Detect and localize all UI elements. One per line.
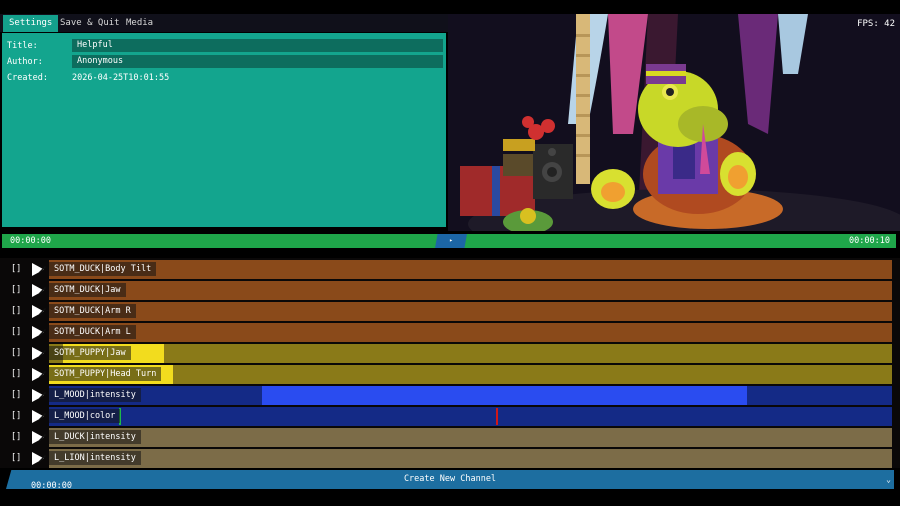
current-time-readout: 00:00:00 <box>31 481 72 491</box>
channel-track[interactable]: SOTM_DUCK|Jaw <box>49 281 892 300</box>
channel-select-toggle[interactable]: [] <box>11 449 21 468</box>
channel-label: L_MOOD|intensity <box>49 388 141 402</box>
play-channel-icon[interactable] <box>31 304 47 319</box>
title-label: Title: <box>7 41 38 51</box>
channel-track[interactable]: L_MOOD|intensity <box>49 386 892 405</box>
channel-row: [] L_MOOD|intensity <box>0 386 900 405</box>
channel-row: [] L_MOOD|color <box>0 407 900 426</box>
channel-row: [] SOTM_PUPPY|Head Turn <box>0 365 900 384</box>
channel-track[interactable]: SOTM_DUCK|Body Tilt <box>49 260 892 279</box>
timeline-scrubber[interactable]: 00:00:00 ▸ 00:00:10 <box>2 234 896 248</box>
save-quit-button[interactable]: Save & Quit <box>54 15 126 32</box>
channel-track[interactable]: L_DUCK|intensity <box>49 428 892 447</box>
play-channel-icon[interactable] <box>31 346 47 361</box>
play-channel-icon[interactable] <box>31 367 47 382</box>
preview-scene-image <box>448 14 900 231</box>
channel-track[interactable]: SOTM_PUPPY|Head Turn <box>49 365 892 384</box>
media-tab[interactable]: Media <box>120 15 159 32</box>
settings-tab[interactable]: Settings <box>3 15 59 32</box>
created-label: Created: <box>7 73 48 83</box>
channel-row: [] L_LION|intensity <box>0 449 900 468</box>
channel-select-toggle[interactable]: [] <box>11 302 21 321</box>
settings-panel: Title: Helpful Author: Anonymous Created… <box>2 33 446 227</box>
channel-row: [] SOTM_DUCK|Arm R <box>0 302 900 321</box>
chevron-down-icon[interactable]: ⌄ <box>886 470 891 489</box>
channel-select-toggle[interactable]: [] <box>11 281 21 300</box>
author-label: Author: <box>7 57 43 67</box>
channel-label: SOTM_PUPPY|Jaw <box>49 346 131 360</box>
channel-row: [] SOTM_DUCK|Arm L <box>0 323 900 342</box>
channel-track[interactable]: SOTM_DUCK|Arm R <box>49 302 892 321</box>
play-channel-icon[interactable] <box>31 409 47 424</box>
channel-label: L_MOOD|color <box>49 409 121 423</box>
color-keyframe-marker[interactable] <box>496 408 498 425</box>
play-channel-icon[interactable] <box>31 283 47 298</box>
play-channel-icon[interactable] <box>31 430 47 445</box>
bottom-bar: Create New Channel ⌄ <box>6 470 894 489</box>
channel-label: SOTM_PUPPY|Head Turn <box>49 367 162 381</box>
channel-label: SOTM_DUCK|Arm L <box>49 325 136 339</box>
channel-row: [] SOTM_PUPPY|Jaw <box>0 344 900 363</box>
channel-select-toggle[interactable]: [] <box>11 365 21 384</box>
author-field[interactable]: Anonymous <box>72 55 443 68</box>
channel-select-toggle[interactable]: [] <box>11 323 21 342</box>
top-menu-bar: Settings Save & Quit Media <box>0 14 448 32</box>
timeline-start-time: 00:00:00 <box>10 236 51 246</box>
channel-label: SOTM_DUCK|Arm R <box>49 304 136 318</box>
play-channel-icon[interactable] <box>31 325 47 340</box>
fps-counter: FPS: 42 <box>857 19 895 29</box>
create-new-channel-button[interactable]: Create New Channel <box>6 470 894 489</box>
channel-select-toggle[interactable]: [] <box>11 407 21 426</box>
channel-track[interactable]: L_LION|intensity <box>49 449 892 468</box>
play-channel-icon[interactable] <box>31 388 47 403</box>
created-value: 2026-04-25T10:01:55 <box>72 73 170 83</box>
channel-select-toggle[interactable]: [] <box>11 344 21 363</box>
channel-label: L_LION|intensity <box>49 451 141 465</box>
channel-row: [] SOTM_DUCK|Jaw <box>0 281 900 300</box>
channel-select-toggle[interactable]: [] <box>11 428 21 447</box>
play-channel-icon[interactable] <box>31 262 47 277</box>
playhead-icon: ▸ <box>449 237 453 244</box>
channel-row: [] L_DUCK|intensity <box>0 428 900 447</box>
title-field[interactable]: Helpful <box>72 39 443 52</box>
channel-track[interactable]: L_MOOD|color <box>49 407 892 426</box>
channel-select-toggle[interactable]: [] <box>11 260 21 279</box>
channel-row: [] SOTM_DUCK|Body Tilt <box>0 260 900 279</box>
channel-label: SOTM_DUCK|Body Tilt <box>49 262 157 276</box>
channel-label: SOTM_DUCK|Jaw <box>49 283 126 297</box>
video-preview: FPS: 42 <box>448 14 900 231</box>
channel-label: L_DUCK|intensity <box>49 430 141 444</box>
channel-list: [] SOTM_DUCK|Body Tilt [] SOTM_DUCK|Jaw … <box>0 258 900 468</box>
timeline-end-time: 00:00:10 <box>849 236 890 246</box>
keyframe-segment[interactable] <box>262 386 747 405</box>
playhead-handle[interactable]: ▸ <box>435 234 467 248</box>
channel-track[interactable]: SOTM_DUCK|Arm L <box>49 323 892 342</box>
channel-select-toggle[interactable]: [] <box>11 386 21 405</box>
play-channel-icon[interactable] <box>31 451 47 466</box>
channel-track[interactable]: SOTM_PUPPY|Jaw <box>49 344 892 363</box>
